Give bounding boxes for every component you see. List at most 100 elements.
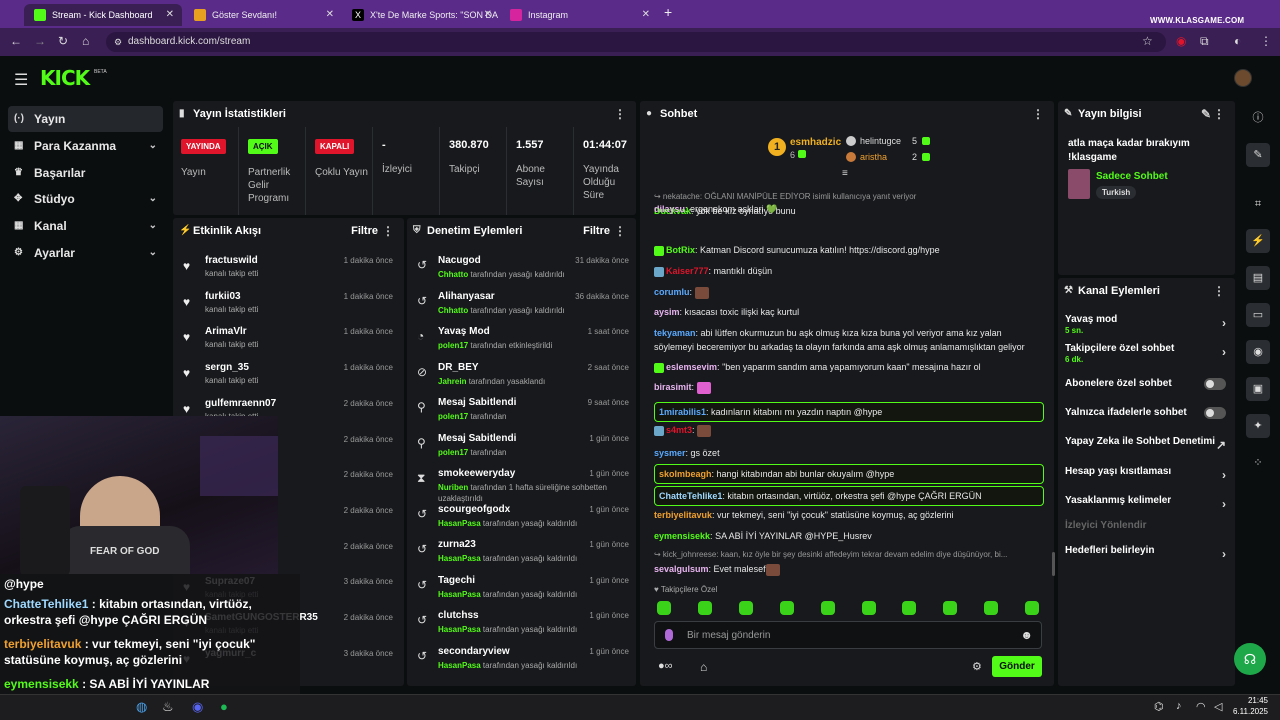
kick-logo[interactable]: KICK — [40, 66, 90, 90]
moderator-name[interactable]: polen17 — [438, 448, 468, 457]
gift-shop-icon[interactable]: ⌂ — [700, 660, 707, 674]
channel-action-item[interactable]: Yasaklanmış kelimeler › — [1065, 495, 1230, 511]
moderator-name[interactable]: Chhatto — [438, 270, 468, 279]
extension-icon[interactable]: ◉ — [1176, 34, 1186, 48]
chat-message[interactable]: s4mt3: — [654, 423, 1044, 437]
channel-action-item[interactable]: Yapay Zeka ile Sohbet Denetimi ↗ — [1065, 436, 1230, 452]
emote-icon[interactable] — [779, 601, 794, 615]
sidebar-item-para-kazanma[interactable]: ▦ Para Kazanma ⌄ — [8, 133, 163, 159]
emote-icon[interactable] — [943, 601, 958, 615]
toggle-switch[interactable] — [1204, 378, 1226, 390]
wrench-icon[interactable]: ✦ — [1246, 414, 1270, 438]
leaderboard-third-name[interactable]: aristha — [860, 152, 887, 162]
tab-kick-dashboard[interactable]: Stream - Kick Dashboard ✕ — [24, 4, 182, 26]
chat-username[interactable]: ChatteTehlike1 — [659, 491, 722, 501]
sidebar-item-yayin[interactable]: (·) Yayın — [8, 106, 163, 132]
tab-instagram[interactable]: Instagram ✕ — [500, 4, 658, 26]
gear-icon[interactable]: ⚙ — [972, 660, 982, 673]
clock-date[interactable]: 6.11.2025 — [1230, 707, 1268, 716]
more-options-icon[interactable]: ⋮ — [614, 101, 626, 127]
filter-button[interactable]: Filtre — [583, 218, 610, 244]
list-item[interactable]: ↺ zurna23 HasanPasa tarafından yasağı kald… — [407, 536, 636, 572]
channel-action-item[interactable]: Yalnızca ifadelerle sohbet — [1065, 407, 1230, 419]
channel-action-item[interactable]: Hesap yaşı kısıtlaması › — [1065, 466, 1230, 482]
moderation-icon[interactable]: ▣ — [1246, 377, 1270, 401]
edit-icon[interactable]: ✎ — [1201, 101, 1211, 127]
action-target[interactable]: Alihanyasar — [438, 291, 495, 302]
action-target[interactable]: Nacugod — [438, 255, 481, 266]
chat-message[interactable]: corumlu: — [654, 285, 1044, 299]
browser-menu-icon[interactable]: ⋮ — [1260, 34, 1272, 48]
chat-username[interactable]: corumlu — [654, 287, 690, 297]
action-target[interactable]: DR_BEY — [438, 362, 479, 373]
chat-scrollbar[interactable] — [1052, 552, 1055, 576]
chat-message[interactable]: dilaysu: ergenekom asklari 💚 — [654, 202, 1044, 216]
action-target[interactable]: clutchss — [438, 610, 479, 621]
leaderboard-first-name[interactable]: esmhadzic — [790, 137, 841, 148]
action-target[interactable]: Tagechi — [438, 575, 475, 586]
mic-icon[interactable]: ♪ — [1176, 700, 1182, 712]
follower-name[interactable]: gulfemraenn07 — [205, 398, 276, 409]
tab-goster-sevdani[interactable]: Göster Sevdanı! ✕ — [184, 4, 342, 26]
list-item[interactable]: ⊘ DR_BEY Jahrein tarafından yasaklandı 2 sa… — [407, 359, 636, 395]
network-icon[interactable]: ⌬ — [1154, 700, 1164, 713]
emote-icon[interactable] — [657, 601, 671, 615]
more-options-icon[interactable]: ⋮ — [382, 218, 394, 244]
chat-username[interactable]: birasimit — [654, 382, 692, 392]
sidebar-item-basarilar[interactable]: ♛ Başarılar — [8, 160, 163, 186]
profile-icon[interactable]: ◐ — [1234, 34, 1241, 48]
sidebar-item-ayarlar[interactable]: ⚙ Ayarlar ⌄ — [8, 240, 163, 266]
emote-icon[interactable] — [984, 601, 999, 615]
home-icon[interactable]: ⌂ — [82, 34, 89, 48]
list-item[interactable]: ↺ secondaryview HasanPasa tarafından yasağ… — [407, 643, 636, 679]
list-item[interactable]: ↺ clutchss HasanPasa tarafından yasağı kal… — [407, 607, 636, 643]
emote-icon[interactable] — [1025, 601, 1040, 615]
emote-icon[interactable] — [738, 601, 753, 615]
chat-username[interactable]: eymensisekk — [654, 531, 710, 541]
moderator-name[interactable]: HasanPasa — [438, 625, 481, 634]
chat-message[interactable]: aysim: kısacası toxic ilişki kaç kurtul — [654, 305, 1044, 319]
chat-message[interactable]: tekyaman: abi lütfen okurmuzun bu aşk ol… — [654, 326, 1044, 354]
moderator-name[interactable]: polen17 — [438, 412, 468, 421]
chat-message[interactable]: eslemsevim: "ben yaparım sandım ama yapa… — [654, 360, 1044, 374]
send-button[interactable]: Gönder — [992, 656, 1042, 677]
sidebar-item-kanal[interactable]: ▦ Kanal ⌄ — [8, 213, 163, 239]
extensions-puzzle-icon[interactable]: ⧉ — [1200, 34, 1209, 49]
hamburger-menu-icon[interactable]: ☰ — [14, 70, 28, 90]
mic-icon[interactable] — [665, 629, 673, 641]
action-target[interactable]: zurna23 — [438, 539, 476, 550]
chat-message[interactable]: ChatteTehlike1: kitabın ortasından, virt… — [654, 486, 1044, 506]
close-tab-icon[interactable]: ✕ — [326, 4, 334, 26]
more-options-icon[interactable]: ⋮ — [614, 218, 626, 244]
chat-username[interactable]: BotRix — [666, 245, 695, 255]
chat-message[interactable]: ↪ kick_johnreese: kaan, kız öyle bir şey… — [654, 548, 1044, 576]
action-target[interactable]: secondaryview — [438, 646, 510, 657]
chat-username[interactable]: Kaiser777 — [666, 266, 709, 276]
follower-name[interactable]: fractuswild — [205, 255, 258, 266]
moderator-name[interactable]: HasanPasa — [438, 590, 481, 599]
tab-x-post[interactable]: X X'te De Marke Sports: "SON DA ✕ — [342, 4, 500, 26]
steam-icon[interactable]: ♨ — [162, 699, 174, 715]
chat-message[interactable]: terbiyelitavuk: vur tekmeyi, seni "iyi ç… — [654, 508, 1044, 522]
list-item[interactable]: ♥ sergn_35 kanalı takip etti 1 dakika önce — [173, 357, 403, 393]
moderator-name[interactable]: polen17 — [438, 341, 468, 350]
follower-name[interactable]: furkii03 — [205, 291, 241, 302]
broadcast-icon[interactable]: ◉ — [1246, 340, 1270, 364]
list-item[interactable]: ↺ Tagechi HasanPasa tarafından yasağı kald… — [407, 572, 636, 608]
close-tab-icon[interactable]: ✕ — [166, 4, 174, 26]
url-field[interactable]: ⚙ dashboard.kick.com/stream — [106, 32, 1166, 52]
list-item[interactable]: ♥ fractuswild kanalı takip etti 1 dakika ön… — [173, 250, 403, 286]
chat-username[interactable]: s4mt3 — [666, 425, 692, 435]
close-tab-icon[interactable]: ✕ — [484, 4, 492, 26]
list-item[interactable]: ◔ Yavaş Mod polen17 tarafından etkinleştir… — [407, 323, 636, 359]
moderator-name[interactable]: Nuriben — [438, 483, 468, 492]
action-target[interactable]: Yavaş Mod — [438, 326, 490, 337]
volume-icon[interactable]: ◁ — [1214, 700, 1222, 713]
chat-icon[interactable]: ▭ — [1246, 303, 1270, 327]
chat-message[interactable]: skolmbeagh: hangi kitabından abi bunlar … — [654, 464, 1044, 484]
chat-message[interactable]: eymensisekk: SA ABİ İYİ YAYINLAR @HYPE_H… — [654, 529, 1044, 543]
new-tab-button[interactable]: + — [664, 4, 672, 20]
follower-name[interactable]: ArimaVlr — [205, 326, 247, 337]
lightning-icon[interactable]: ⚡ — [1246, 229, 1270, 253]
channel-action-item[interactable]: Takipçilere özel sohbet 6 dk. › — [1065, 343, 1230, 364]
